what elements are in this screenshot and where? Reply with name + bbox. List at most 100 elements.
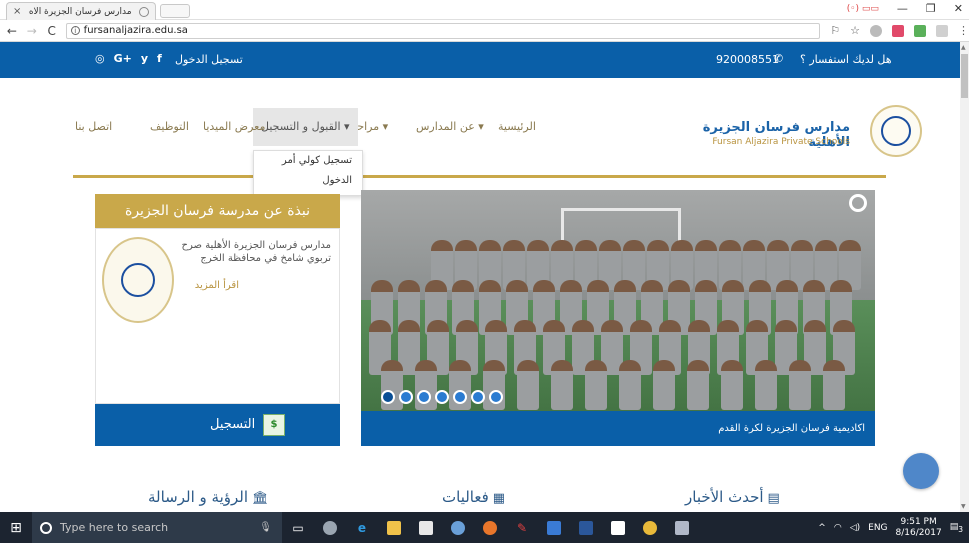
dropdown-login[interactable]: الدخول	[254, 171, 362, 191]
mail-icon[interactable]	[602, 512, 634, 543]
windows-start-icon[interactable]: ⊞	[0, 512, 32, 543]
extension-red-icon[interactable]	[892, 24, 905, 37]
notifications-count: 3	[958, 524, 963, 534]
section-events-label: فعاليات	[442, 488, 489, 506]
browser-tab[interactable]: × مدارس فرسان الجزيرة الاه	[6, 2, 156, 20]
slider-caption: اكاديمية فرسان الجزيرة لكرة القدم	[361, 411, 875, 446]
taskbar-search-placeholder: Type here to search	[60, 521, 169, 534]
school-logo[interactable]	[870, 105, 922, 157]
pin-icon[interactable]: ✎	[506, 512, 538, 543]
reload-icon[interactable]: C	[44, 24, 60, 38]
window-controls: (◦) ▭▭ — ❐ ✕	[847, 2, 963, 15]
notifications-icon[interactable]: ▤3	[950, 522, 963, 534]
section-vision[interactable]: الرؤية و الرسالة 🏛	[148, 488, 269, 506]
chat-button[interactable]	[903, 453, 939, 489]
new-tab-button[interactable]	[160, 4, 190, 18]
tray-chevron-icon[interactable]: ^	[818, 523, 826, 533]
nav-contact[interactable]: اتصل بنا	[75, 108, 112, 146]
page-scrollbar[interactable]: ▲ ▼	[960, 42, 969, 512]
institution-icon: 🏛	[252, 491, 269, 506]
nav-home[interactable]: الرئيسية	[498, 108, 536, 146]
section-news[interactable]: أحدث الأخبار ▤	[685, 488, 780, 506]
task-view-icon[interactable]: ▭	[282, 512, 314, 543]
translate-icon[interactable]: ⚐	[830, 24, 840, 37]
header-divider	[73, 175, 886, 178]
forward-arrow-icon[interactable]: →	[24, 24, 40, 38]
slider-dot[interactable]	[417, 390, 431, 404]
section-events[interactable]: فعاليات ▦	[442, 488, 505, 506]
network-icon[interactable]: ◠	[834, 523, 842, 533]
inquiry-text: هل لديك استفسار ؟	[800, 53, 892, 66]
tab-title: مدارس فرسان الجزيرة الاه	[28, 6, 132, 17]
scroll-down-icon[interactable]: ▼	[961, 503, 966, 510]
taskbar-search[interactable]: Type here to search 🎙	[32, 512, 282, 543]
store-icon[interactable]	[410, 512, 442, 543]
newspaper-icon: ▤	[767, 491, 780, 506]
photo-person	[585, 360, 607, 410]
volume-icon[interactable]: ◁)	[850, 523, 860, 533]
microphone-icon[interactable]: 🎙	[259, 522, 272, 533]
slider-dot[interactable]	[435, 390, 449, 404]
slider-dot[interactable]	[489, 390, 503, 404]
star-icon[interactable]: ☆	[850, 24, 860, 37]
register-label: التسجيل	[210, 417, 256, 432]
app-icon-1[interactable]	[314, 512, 346, 543]
cortana-icon	[40, 521, 52, 534]
twitter-icon[interactable]: y	[141, 52, 148, 65]
photo-person	[789, 360, 811, 410]
extension-green-icon[interactable]	[914, 24, 927, 37]
app-icon-4[interactable]	[666, 512, 698, 543]
slider-dot[interactable]	[453, 390, 467, 404]
menu-dots-icon[interactable]: ⋮	[958, 24, 969, 37]
slider-pause-icon[interactable]	[849, 194, 867, 212]
calendar-icon: ▦	[492, 491, 506, 506]
edge-icon[interactable]: e	[346, 512, 378, 543]
language-indicator[interactable]: ENG	[868, 523, 887, 533]
register-button[interactable]: التسجيل $	[95, 404, 340, 446]
phone-icon: ✆	[774, 52, 784, 65]
slider-photo-people	[361, 220, 875, 410]
photo-person	[653, 360, 675, 410]
phone-number: 920008551	[716, 53, 779, 66]
google-plus-icon[interactable]: G+	[114, 52, 132, 65]
app-icon-2[interactable]	[442, 512, 474, 543]
login-link[interactable]: تسجيل الدخول	[175, 53, 243, 66]
maximize-button[interactable]: ❐	[926, 2, 936, 15]
url-input[interactable]: i fursanaljazira.edu.sa	[65, 22, 821, 39]
slider-dot[interactable]	[471, 390, 485, 404]
nav-admission[interactable]: القبول و التسجيل ▾	[253, 108, 358, 146]
word-icon[interactable]	[570, 512, 602, 543]
clock[interactable]: 9:51 PM 8/16/2017	[896, 517, 942, 539]
slider-dot[interactable]	[381, 390, 395, 404]
app-icon-3[interactable]	[538, 512, 570, 543]
about-title: نبذة عن مدرسة فرسان الجزيرة	[95, 194, 340, 228]
scrollbar-thumb[interactable]	[961, 54, 968, 98]
close-window-button[interactable]: ✕	[954, 2, 963, 15]
photo-slider[interactable]: اكاديمية فرسان الجزيرة لكرة القدم	[361, 190, 875, 446]
nav-schools[interactable]: عن المدارس ▾	[416, 108, 484, 146]
facebook-icon[interactable]: f	[157, 52, 162, 65]
extension-gray-icon[interactable]	[870, 24, 883, 37]
nav-jobs[interactable]: التوظيف	[150, 108, 189, 146]
extension-screen-icon[interactable]	[936, 24, 949, 37]
dropdown-register-guardian[interactable]: تسجيل كولي أمر	[254, 151, 362, 171]
info-icon[interactable]: i	[70, 26, 80, 35]
back-arrow-icon[interactable]: ←	[4, 24, 20, 38]
scroll-up-icon[interactable]: ▲	[961, 44, 966, 51]
profile-badge[interactable]: (◦) ▭▭	[847, 4, 879, 14]
instagram-icon[interactable]: ◎	[95, 52, 105, 65]
file-explorer-icon[interactable]	[378, 512, 410, 543]
minimize-button[interactable]: —	[897, 2, 908, 15]
brand-name-en: Fursan Aljazira Private Schools	[712, 137, 850, 147]
read-more-link[interactable]: اقرأ المزيد	[195, 280, 239, 291]
slider-dot[interactable]	[399, 390, 413, 404]
nav-media[interactable]: معرض الميديا	[203, 108, 265, 146]
extension-icons: ⚐ ☆ ⋮	[830, 24, 969, 37]
firefox-icon[interactable]	[474, 512, 506, 543]
browser-tab-bar: × مدارس فرسان الجزيرة الاه (◦) ▭▭ — ❐ ✕	[0, 0, 969, 20]
photo-person	[721, 360, 743, 410]
about-logo	[102, 237, 174, 323]
tab-close-icon[interactable]: ×	[13, 6, 21, 17]
chrome-icon[interactable]	[634, 512, 666, 543]
social-links: ◎ G+ y f	[95, 52, 162, 65]
